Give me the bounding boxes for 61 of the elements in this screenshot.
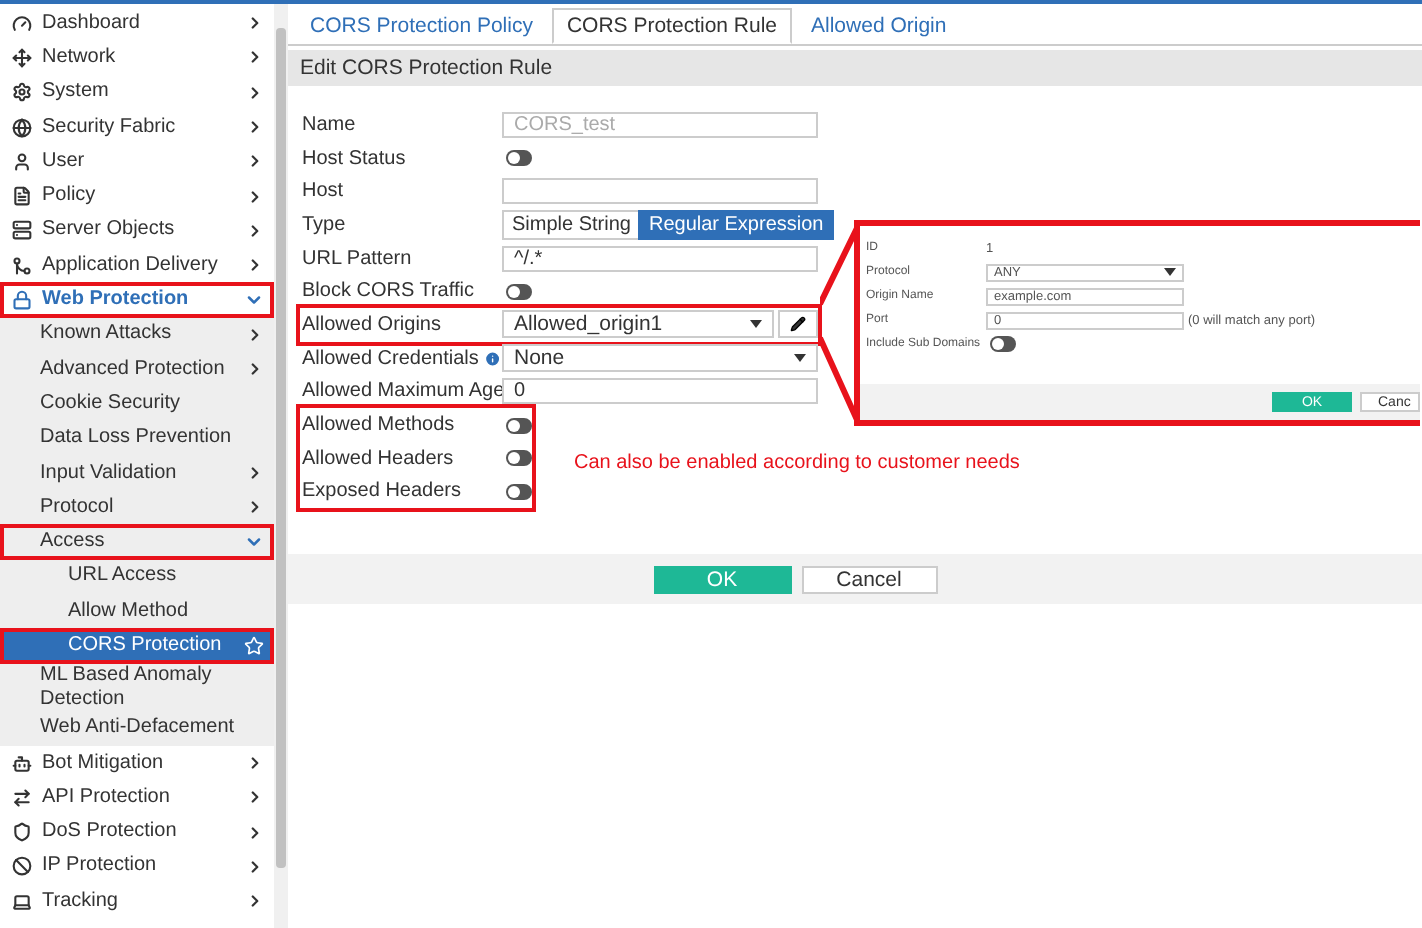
type-option[interactable]: Regular Expression: [638, 209, 834, 240]
menu-icon: [12, 255, 32, 276]
menu-icon: [12, 117, 32, 138]
toggle-switch[interactable]: [506, 417, 532, 434]
field-label: Host Status: [302, 147, 406, 170]
sidebar-item[interactable]: Known Attacks: [0, 317, 274, 352]
menu-icon: [12, 822, 32, 843]
field-label: Allowed Credentials: [302, 347, 479, 370]
field-label: Allowed Maximum Age: [302, 380, 505, 403]
menu-icon: [12, 787, 32, 808]
toggle-switch[interactable]: [506, 450, 532, 467]
menu-icon: [12, 151, 32, 172]
field-label: Type: [302, 213, 346, 236]
sidebar-item[interactable]: Allow Method: [0, 594, 274, 629]
info-icon: [484, 349, 502, 368]
sidebar-item[interactable]: Advanced Protection: [0, 351, 274, 387]
menu-icon: [12, 290, 32, 311]
text-field[interactable]: ^/.*: [502, 245, 818, 272]
sidebar-item[interactable]: Protocol: [0, 490, 274, 525]
field-label: Allowed Headers: [302, 447, 454, 470]
toggle-switch[interactable]: [506, 150, 532, 167]
toggle-switch[interactable]: [506, 283, 532, 300]
menu-icon: [12, 82, 32, 103]
sidebar-item[interactable]: Data Loss Prevention: [0, 421, 274, 456]
field-label: Allowed Origins: [302, 313, 441, 336]
field-label: URL Pattern: [302, 247, 412, 270]
toggle-switch[interactable]: [990, 336, 1016, 352]
pencil-icon: [790, 316, 806, 333]
text-field[interactable]: [502, 178, 818, 205]
sidebar-item[interactable]: CORS Protection: [0, 628, 274, 664]
menu-icon: [12, 47, 32, 68]
sidebar-item[interactable]: ML Based Anomaly Detection: [0, 663, 274, 712]
sidebar-item[interactable]: Access: [0, 524, 274, 560]
select-field[interactable]: None: [502, 344, 818, 373]
text-field[interactable]: 0: [502, 378, 818, 405]
annotation-note: Can also be enabled according to customer needs: [574, 452, 1020, 475]
cancel-button[interactable]: Cancel: [801, 565, 937, 594]
sidebar-item[interactable]: Cookie Security: [0, 386, 274, 422]
sidebar-item[interactable]: Input Validation: [0, 455, 274, 491]
menu-icon: [12, 891, 32, 912]
select-field[interactable]: Allowed_origin1: [502, 310, 774, 339]
scrollbar-thumb[interactable]: [276, 28, 286, 868]
field-label: Block CORS Traffic: [302, 280, 474, 303]
star-icon[interactable]: [244, 635, 264, 656]
tab[interactable]: CORS Protection Rule: [552, 8, 792, 44]
menu-icon: [12, 186, 32, 207]
toggle-switch[interactable]: [506, 483, 532, 500]
sidebar-item[interactable]: Web Anti-Defacement: [0, 711, 274, 746]
sidebar-item[interactable]: URL Access: [0, 559, 274, 595]
menu-icon: [12, 13, 32, 34]
field-label: Name: [302, 113, 356, 136]
section-title: Edit CORS Protection Rule: [288, 50, 1422, 86]
sidebar-item[interactable]: Web Protection: [0, 282, 274, 318]
field-label: Host: [302, 180, 344, 203]
type-option[interactable]: Simple String: [502, 209, 641, 240]
menu-icon: [12, 856, 32, 877]
menu-icon: [12, 753, 32, 774]
edit-button[interactable]: [778, 310, 818, 339]
field-label: Exposed Headers: [302, 480, 461, 503]
menu-icon: [12, 220, 32, 241]
field-label: Allowed Methods: [302, 414, 455, 437]
